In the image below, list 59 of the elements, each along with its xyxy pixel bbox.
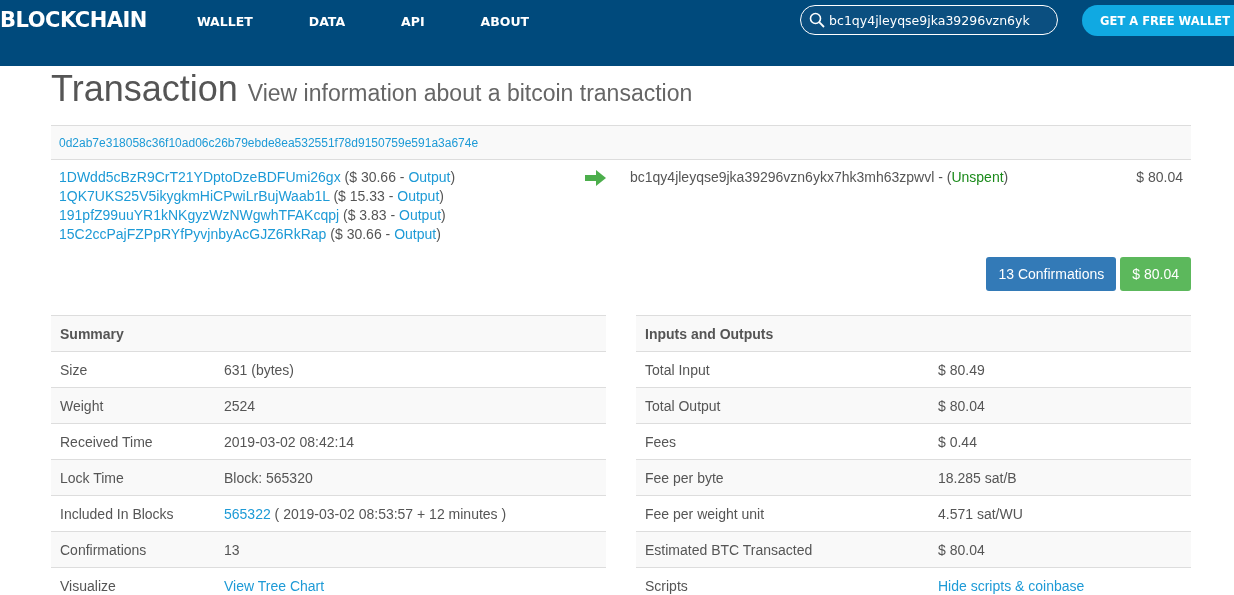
row-label: Lock Time [59,469,125,486]
row-label: Estimated BTC Transacted [644,541,814,558]
row-value: 13 [224,541,241,558]
row-label: Fee per byte [644,469,725,486]
get-wallet-button[interactable]: GET A FREE WALLET [1082,5,1234,36]
nav-link[interactable]: DATA [308,14,346,29]
address-link[interactable]: 1QK7UKS25V5ikygkmHiCPwiLrBujWaab1L [59,188,330,204]
page-subtitle: View information about a bitcoin transaction [247,80,693,106]
row-label: Total Input [644,361,711,378]
table-header: Summary [59,325,124,342]
search-field[interactable]: bc1qy4jleyqse9jka39296vzn6yk [800,5,1059,35]
row-value: 631 (bytes) [224,361,296,378]
row-label: Visualize [59,577,117,594]
row-value: $ 80.04 [938,397,986,414]
nav-link[interactable]: WALLET [196,14,253,29]
input-line: 15C2ccPajFZPpRYfPyvjnbyAcGJZ6RkRap ($ 30.66 - Output) [59,225,442,244]
output-link[interactable]: Output [397,188,440,204]
row-label: Fees [644,433,678,450]
value-link[interactable]: 565322 [224,505,271,522]
arrow-right-icon [585,170,606,186]
row-label: Received Time [59,433,154,450]
input-line: 191pfZ99uuYR1kNKgyzWzNWgwhTFAKcqpj ($ 3.83 - Output) [59,206,447,225]
address-link[interactable]: 1DWdd5cBzR9CrT21YDptoDzeBDFUmi26gx [59,169,341,185]
row-value: Block: 565320 [224,469,314,486]
row-label: Total Output [644,397,722,414]
page-title: Transaction [51,68,238,109]
nav-link[interactable]: API [401,14,425,29]
amount-badge[interactable]: $ 80.04 [1120,257,1191,291]
row-value: 18.285 sat/B [938,469,1018,486]
input-line: 1DWdd5cBzR9CrT21YDptoDzeBDFUmi26gx ($ 30.66 - Output) [59,168,457,187]
value-link[interactable]: View Tree Chart [224,577,325,594]
row-value: 2524 [224,397,257,414]
row-label: Fee per weight unit [644,505,766,522]
confirmations-badge[interactable]: 13 Confirmations [986,257,1117,291]
row-label: Size [59,361,89,378]
nav-link[interactable]: ABOUT [480,14,530,29]
row-label: Confirmations [59,541,148,558]
table-header: Inputs and Outputs [644,325,774,342]
row-value: $ 80.49 [938,361,986,378]
transaction-hash-link[interactable]: 0d2ab7e318058c36f10ad06c26b79ebde8ea532551f78d9150759e591a3a674e [59,135,479,150]
address-link[interactable]: 191pfZ99uuYR1kNKgyzWzNWgwhTFAKcqpj [59,207,340,223]
row-value: 2019-03-02 08:42:14 [224,433,355,450]
output-link[interactable]: Output [399,207,442,223]
logo[interactable]: BLOCKCHAIN [0,8,147,32]
value-link[interactable]: Hide scripts & coinbase [938,577,1085,594]
output-link[interactable]: Output [394,226,437,242]
output-amount: $ 80.04 [1136,168,1183,187]
address-link[interactable]: 15C2ccPajFZPpRYfPyvjnbyAcGJZ6RkRap [59,226,327,242]
row-label: Included In Blocks [59,505,175,522]
row-value: 565322 ( 2019-03-02 08:53:57 + 12 minutes ) [224,505,508,522]
row-label: Scripts [644,577,689,594]
output-line: bc1qy4jleyqse9jka39296vzn6ykx7hk3mh63zpwvl - (Unspent) [630,168,1009,187]
row-label: Weight [59,397,105,414]
row-value: 4.571 sat/WU [938,505,1024,522]
search-icon [809,12,826,28]
output-link[interactable]: Output [408,169,451,185]
row-value: $ 0.44 [938,433,978,450]
input-line: 1QK7UKS25V5ikygkmHiCPwiLrBujWaab1L ($ 15.33 - Output) [59,187,445,206]
row-value: $ 80.04 [938,541,986,558]
